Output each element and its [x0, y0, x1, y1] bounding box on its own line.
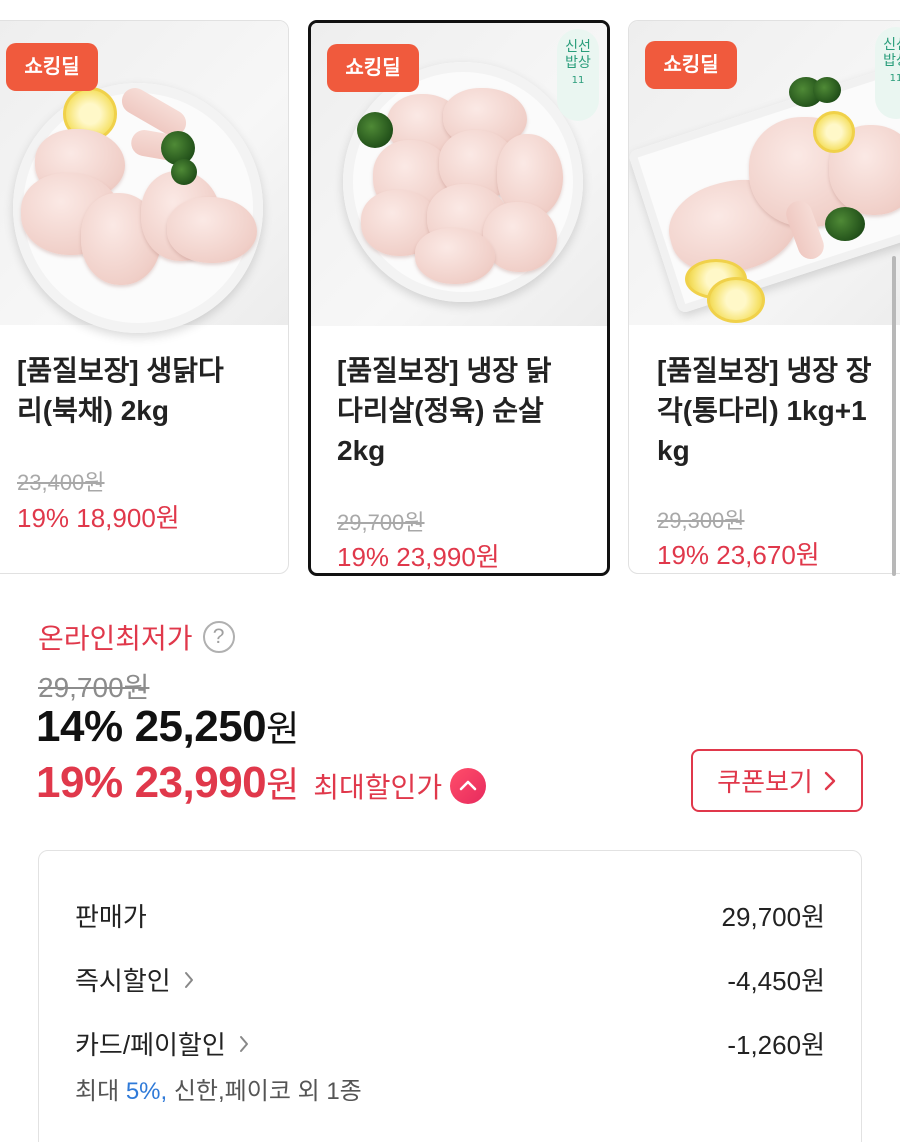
chevron-right-icon	[239, 1035, 248, 1052]
breakdown-row-instant[interactable]: 즉시할인 -4,450원	[75, 961, 825, 998]
fresh-table-badge: 신선 밥상 11	[875, 27, 900, 119]
view-coupon-button[interactable]: 쿠폰보기	[691, 749, 863, 812]
view-coupon-label: 쿠폰보기	[717, 767, 813, 797]
sale-price-value: 29,700원	[721, 902, 825, 932]
shocking-deal-badge: 쇼킹딜	[327, 44, 419, 92]
instant-discount-value: -4,450원	[727, 966, 825, 996]
sale-price: 19% 18,900원	[17, 503, 180, 533]
product-title[interactable]: [품질보장] 냉장 장 각(통다리) 1kg+1 kg	[657, 351, 900, 471]
card-note-suffix: 신한,페이코 외 1종	[167, 1078, 362, 1105]
product-carousel[interactable]: 쇼킹딜 [품질보장] 생닭다 리(북채) 2kg 23,400원 19% 18,…	[0, 0, 900, 590]
product-title-line: [품질보장] 냉장 닭	[337, 355, 552, 386]
lowest-price-label: 온라인최저가	[38, 623, 193, 654]
fresh-badge-day: 11	[571, 75, 585, 86]
product-title-line: 다리살(정육) 순살	[337, 395, 544, 426]
fresh-table-badge: 신선 밥상 11	[557, 29, 599, 121]
discount-percent: 14%	[36, 702, 123, 751]
card-discount-label: 카드/페이할인	[75, 1030, 226, 1060]
product-card-selected[interactable]: 쇼킹딜 신선 밥상 11 [품질보장] 냉장 닭 다리살(정육) 순살 2kg …	[308, 20, 610, 576]
shocking-deal-badge: 쇼킹딜	[645, 41, 737, 89]
currency-unit: 원	[266, 708, 300, 749]
original-price: 29,700원	[337, 510, 425, 535]
help-icon[interactable]: ?	[202, 621, 235, 653]
product-title-line: 각(통다리) 1kg+1	[657, 395, 867, 426]
product-title[interactable]: [품질보장] 냉장 닭 다리살(정육) 순살 2kg	[337, 351, 599, 471]
scrollbar[interactable]	[892, 256, 896, 576]
discount-percent: 19%	[36, 758, 123, 807]
product-title-line: 2kg	[337, 435, 386, 466]
card-discount-value: -1,260원	[727, 1030, 825, 1060]
card-discount-note: 최대 5%, 신한,페이코 외 1종	[75, 1071, 362, 1106]
product-title-line: [품질보장] 냉장 장	[657, 355, 872, 386]
currency-unit: 원	[266, 764, 300, 805]
fresh-badge-text: 신선	[565, 39, 591, 55]
product-card[interactable]: 쇼킹딜 [품질보장] 생닭다 리(북채) 2kg 23,400원 19% 18,…	[0, 20, 289, 574]
product-title-line: 리(북채) 2kg	[17, 395, 169, 426]
discount-amount: 25,250	[134, 702, 267, 751]
discount-amount: 23,990	[134, 758, 267, 807]
card-note-rate: 5%,	[125, 1078, 168, 1105]
chevron-right-icon	[824, 771, 836, 790]
product-title-line: [품질보장] 생닭다	[17, 355, 224, 386]
instant-discount-label: 즉시할인	[75, 966, 171, 996]
chevron-up-icon[interactable]	[450, 768, 487, 804]
discount-price-14: 14% 25,250 원	[36, 700, 299, 752]
product-title-line: kg	[657, 435, 690, 466]
original-price: 29,300원	[657, 508, 745, 533]
breakdown-row-card[interactable]: 카드/페이할인 -1,260원	[75, 1025, 825, 1062]
sale-price: 19% 23,990원	[337, 542, 500, 572]
original-price: 23,400원	[17, 470, 105, 495]
product-card[interactable]: 쇼킹딜 신선 밥상 11 [품질보장] 냉장 장 각(통다리) 1kg+1 kg…	[628, 20, 900, 574]
fresh-badge-day: 11	[889, 73, 900, 84]
max-discount-label: 최대할인가	[313, 772, 443, 803]
card-note-prefix: 최대	[75, 1078, 126, 1105]
max-discount-price: 19% 23,990 원 최대할인가	[36, 756, 487, 808]
fresh-badge-text: 밥상	[883, 53, 900, 69]
lowest-price-row: 온라인최저가 ?	[38, 617, 235, 657]
price-breakdown: 판매가 29,700원 즉시할인 -4,450원 카드/페이할인 -1,260원…	[38, 850, 862, 1142]
breakdown-row-sale: 판매가 29,700원	[75, 897, 825, 934]
sale-price-label: 판매가	[75, 902, 147, 932]
fresh-badge-text: 밥상	[565, 55, 591, 71]
sale-price: 19% 23,670원	[657, 540, 820, 570]
fresh-badge-text: 신선	[883, 37, 900, 53]
shocking-deal-badge: 쇼킹딜	[6, 43, 98, 91]
product-title[interactable]: [품질보장] 생닭다 리(북채) 2kg	[17, 351, 280, 431]
chevron-right-icon	[184, 971, 193, 988]
